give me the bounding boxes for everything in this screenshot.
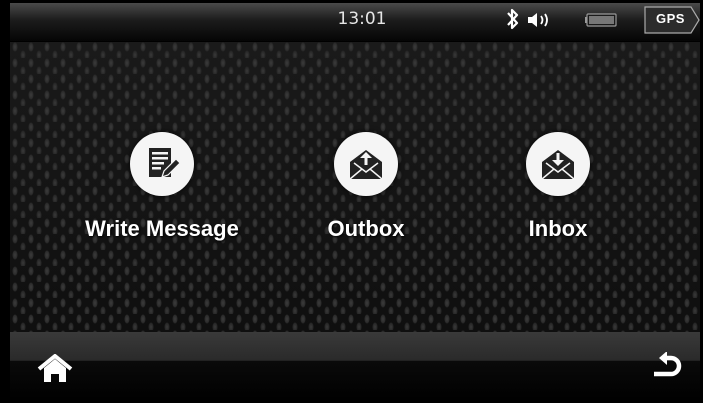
status-time: 13:01 (337, 9, 387, 29)
inbox-label: Inbox (528, 216, 588, 241)
bluetooth-icon (507, 8, 519, 30)
inbox-icon (526, 132, 590, 196)
write-message-label: Write Message (85, 216, 239, 241)
back-icon[interactable] (648, 352, 684, 384)
bottom-bar (10, 332, 700, 403)
outbox-button[interactable]: Outbox (306, 132, 426, 242)
volume-icon[interactable] (526, 11, 554, 29)
outbox-label: Outbox (327, 216, 405, 241)
gps-label: GPS (656, 11, 685, 26)
battery-icon (585, 13, 617, 27)
outbox-icon (334, 132, 398, 196)
inbox-button[interactable]: Inbox (498, 132, 618, 242)
screen: 13:01 GPS Write Message Outbox Inbox (0, 0, 703, 403)
messages-menu: Write Message Outbox Inbox (10, 42, 700, 332)
home-icon[interactable] (37, 354, 73, 384)
write-message-button[interactable]: Write Message (67, 132, 257, 242)
write-message-icon (130, 132, 194, 196)
